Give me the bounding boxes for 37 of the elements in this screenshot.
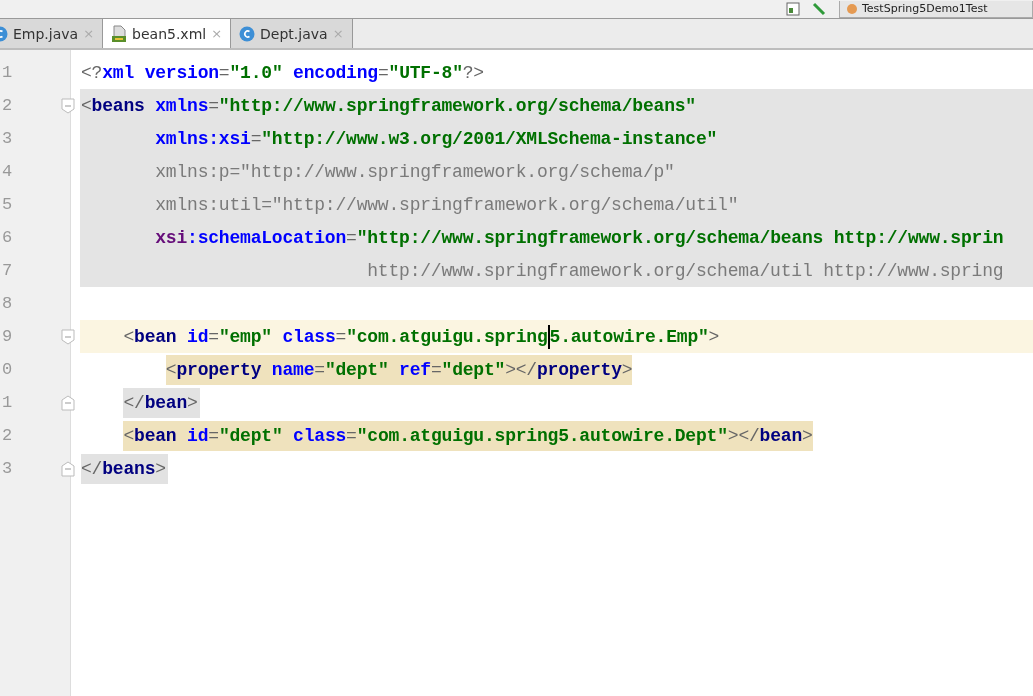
line-number: 2 [1,96,14,115]
run-configuration-dropdown[interactable]: TestSpring5Demo1Test [839,0,1033,18]
line-number: 9 [1,327,14,346]
class-icon [239,25,256,42]
line-number: 3 [1,459,14,478]
fold-marker-icon[interactable] [61,328,75,345]
text-caret [547,324,550,349]
fold-marker-icon[interactable] [61,460,75,477]
code-line: xmlns:p="http://www.springframework.org/schema/p" [154,160,675,184]
line-number: 6 [1,228,14,247]
fold-marker-icon[interactable] [61,394,75,411]
code-line: xmlns:util="http://www.springframework.org/schema/util" [154,193,739,217]
tab-label: Dept.java [260,25,328,42]
line-number: 2 [1,426,14,445]
code-line: <beans xmlns="http://www.springframework.org/schema/beans" [81,94,696,118]
line-number: 7 [1,261,14,280]
code-line: <?xml version="1.0" encoding="UTF-8"?> [81,61,484,85]
structure-icon[interactable] [785,2,801,16]
tab-label: bean5.xml [132,25,207,42]
line-number: 3 [1,129,14,148]
line-number: 5 [1,195,14,214]
line-number: 1 [1,393,14,412]
code-line: http://www.springframework.org/schema/util http://www.spring [366,259,1004,283]
code-line: xsi:schemaLocation="http://www.springframework.org/schema/beans http://www.sprin [154,226,1004,250]
tab-label: Emp.java [13,25,79,42]
code-line: <bean id="emp" class="com.atguigu.spring5.autowire.Emp"> [122,323,720,351]
run-config-icon [846,2,858,15]
xml-file-icon [111,24,128,43]
line-number: 0 [1,360,14,379]
editor-tab[interactable]: Emp.java × [0,19,104,48]
line-number: 1 [1,63,14,82]
editor-tab[interactable]: bean5.xml × [103,19,232,48]
code-line: xmlns:xsi="http://www.w3.org/2001/XMLSchema-instance" [154,127,718,151]
fold-marker-icon[interactable] [61,97,75,114]
line-number: 8 [1,294,14,313]
line-number: 4 [1,162,14,181]
editor-tab[interactable]: Dept.java × [231,19,353,48]
